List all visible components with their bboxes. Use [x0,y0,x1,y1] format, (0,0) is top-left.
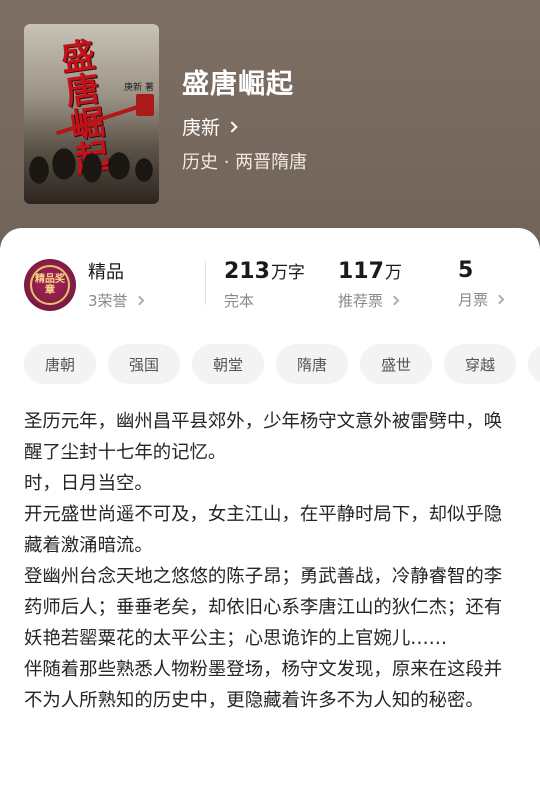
tag-chip[interactable]: 隋唐 [276,344,348,384]
author-name: 庚新 [182,117,221,139]
chevron-right-icon [134,295,144,306]
cover-riders-illustration [24,134,159,204]
tag-chip[interactable]: 盛世 [360,344,432,384]
book-header: 盛唐崛起 庚新 著 盛唐崛起 庚新 历史 · 两晋隋唐 [0,0,540,260]
description-paragraph: 时，日月当空。 [24,473,153,494]
book-genre: 历史 · 两晋隋唐 [182,152,308,173]
monthly-votes-label: 月票 [458,291,489,309]
stats-divider [205,261,206,305]
chevron-right-icon [494,294,505,305]
chevron-right-icon [389,295,400,306]
tag-chip-overflow[interactable] [528,344,540,384]
book-cover-image[interactable]: 盛唐崛起 庚新 著 [24,24,159,204]
word-count-value: 213 [224,259,270,284]
book-info-card: 精品奖章 精品 3荣誉 213 万字 完本 117 万 推荐票 5 月票 唐朝 … [0,228,540,798]
tag-chip[interactable]: 强国 [108,344,180,384]
author-link[interactable]: 庚新 [182,113,238,140]
quality-label: 精品 [88,262,124,283]
recommend-votes-stat[interactable]: 117 万 推荐票 [338,258,402,311]
recommend-votes-value: 117 [338,259,384,284]
chevron-right-icon [226,120,238,133]
word-count-stat: 213 万字 完本 [224,258,305,311]
tag-chip[interactable]: 朝堂 [192,344,264,384]
book-title: 盛唐崛起 [182,69,294,100]
description-paragraph: 伴随着那些熟悉人物粉墨登场，杨守文发现，原来在这段并不为人所熟知的历史中，更隐藏… [24,659,503,711]
description-paragraph: 开元盛世尚遥不可及，女主江山，在平静时局下，却似乎隐藏着激涌暗流。 [24,504,503,556]
recommend-votes-unit: 万 [384,263,402,283]
cover-author-text: 庚新 著 [124,83,154,93]
book-description[interactable]: 圣历元年，幽州昌平县郊外，少年杨守文意外被雷劈中，唤醒了尘封十七年的记忆。 时，… [24,406,520,716]
word-count-unit: 万字 [270,263,305,283]
quality-stat[interactable]: 精品 3荣誉 [88,258,144,311]
quality-badge-icon[interactable]: 精品奖章 [24,259,76,311]
tag-list: 唐朝 强国 朝堂 隋唐 盛世 穿越 [24,344,540,384]
description-paragraph: 登幽州台念天地之悠悠的陈子昂；勇武善战，冷静睿智的李药师后人；垂垂老矣，却依旧心… [24,566,503,649]
description-paragraph: 圣历元年，幽州昌平县郊外，少年杨守文意外被雷劈中，唤醒了尘封十七年的记忆。 [24,411,503,463]
completion-status: 完本 [224,292,255,310]
badge-text: 精品奖章 [30,265,70,305]
tag-chip[interactable]: 唐朝 [24,344,96,384]
monthly-votes-stat[interactable]: 5 月票 [458,258,505,310]
recommend-votes-label: 推荐票 [338,292,384,310]
monthly-votes-value: 5 [458,258,474,283]
honor-count: 3荣誉 [88,292,128,310]
tag-chip[interactable]: 穿越 [444,344,516,384]
